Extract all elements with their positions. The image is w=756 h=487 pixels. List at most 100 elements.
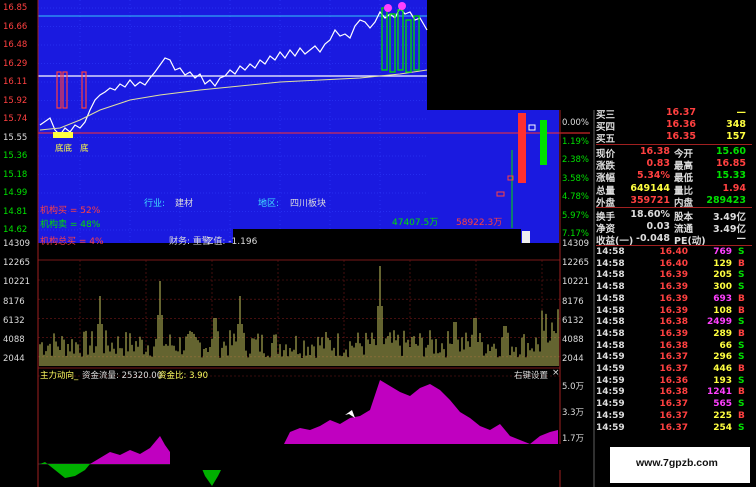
tick-volume: 254 <box>713 422 732 433</box>
stat-value: 289423 <box>706 194 746 206</box>
region-label: 地区: <box>258 199 280 209</box>
volume-axis-tick: 10221 <box>562 277 590 288</box>
price-axis-tick: 16.48 <box>3 40 28 50</box>
stat-value: 649144 <box>630 182 670 194</box>
inst-total-buy: 机构总买 = 4% <box>40 237 104 247</box>
fund-axis-tick: 5.0万 <box>562 382 585 392</box>
tick-price: 16.38 <box>659 317 688 328</box>
volume-axis-tick: 8176 <box>562 296 584 307</box>
price-axis-tick: 15.74 <box>3 114 28 124</box>
stat-value: 1.94 <box>722 182 746 194</box>
tick-time: 14:59 <box>596 364 625 374</box>
stat-row: 净资 0.03 流通 3.49亿 <box>596 221 752 235</box>
stat-row: 换手 18.60% 股本 3.49亿 <box>596 209 752 223</box>
bid-price: 16.37 <box>665 107 696 118</box>
tick-time: 14:58 <box>596 340 625 351</box>
tick-volume: 300 <box>713 282 732 293</box>
tick-price: 16.39 <box>659 328 688 339</box>
occluding-panel <box>427 0 596 110</box>
volume-axis-tick: 10221 <box>3 277 31 288</box>
bottom-occlusion <box>170 444 577 470</box>
tick-price: 16.38 <box>659 340 688 351</box>
bid-price: 16.35 <box>665 131 696 143</box>
price-axis-tick: 16.66 <box>3 21 28 32</box>
tick-side: S <box>738 282 745 293</box>
price-axis-tick: 14.99 <box>3 188 28 198</box>
stat-value: — <box>736 233 747 245</box>
stat-value: -0.048 <box>636 233 670 245</box>
tick-price: 16.36 <box>659 375 688 386</box>
tick-time: 14:58 <box>596 305 625 316</box>
tick-side: S <box>738 375 745 386</box>
bid-volume: — <box>736 107 747 118</box>
candle <box>540 120 547 165</box>
bid-volume: 157 <box>726 131 746 143</box>
tick-volume: 108 <box>713 305 732 316</box>
tick-side: S <box>738 247 745 257</box>
tick-price: 16.38 <box>659 387 688 398</box>
pct-axis-tick: 0.00% <box>562 118 590 128</box>
stat-row: 现价 16.38 今开 15.60 <box>596 146 752 160</box>
tick-volume: 129 <box>713 258 732 269</box>
tick-price: 16.37 <box>659 410 688 421</box>
tick-row: 14:59 16.37 565 S <box>596 399 754 411</box>
region-value: 四川板块 <box>290 199 327 209</box>
price-axis-tick: 15.92 <box>3 95 28 106</box>
volume-axis-tick: 14309 <box>3 239 31 249</box>
tick-price: 16.37 <box>659 364 688 374</box>
tick-volume: 66 <box>719 340 732 351</box>
tick-time: 14:59 <box>596 422 625 433</box>
tick-row: 14:58 16.38 2499 S <box>596 317 754 329</box>
close-icon[interactable]: × <box>552 368 560 378</box>
price-axis-tick: 15.55 <box>3 132 28 143</box>
tick-volume: 693 <box>713 293 732 304</box>
stat-value: 5.34% <box>637 170 670 182</box>
tick-side: B <box>738 293 745 304</box>
tick-price: 16.37 <box>659 352 688 363</box>
volume-axis-tick: 14309 <box>562 239 590 249</box>
tick-time: 14:58 <box>596 270 625 281</box>
tick-side: S <box>738 352 745 363</box>
fund-axis-tick: 1.7万 <box>562 434 585 444</box>
buy-signal-label-2: 底 <box>80 144 89 154</box>
bid-row: 买四 16.36 348 <box>596 119 752 133</box>
stat-value: 15.33 <box>715 170 746 182</box>
pct-axis-tick: 7.17% <box>562 229 590 239</box>
right-click-settings[interactable]: 右键设置 <box>514 369 548 381</box>
volume-axis-tick: 6132 <box>562 315 584 326</box>
stat-value: 15.60 <box>715 146 746 157</box>
stat-value: 16.85 <box>715 158 746 170</box>
stat-row: 涨幅 5.34% 最低 15.33 <box>596 170 752 184</box>
tick-volume: 565 <box>713 399 732 410</box>
fund-ratio-value: 资金比: 3.90 <box>158 371 208 381</box>
buy-signal-marker <box>53 132 73 138</box>
tick-time: 14:58 <box>596 258 625 269</box>
tick-time: 14:59 <box>596 387 625 398</box>
tick-price: 16.39 <box>659 305 688 316</box>
volume-axis-tick: 8176 <box>3 296 25 307</box>
tick-side: S <box>738 340 745 351</box>
price-axis-tick: 14.62 <box>3 225 28 235</box>
tick-side: S <box>738 422 745 433</box>
tick-time: 14:59 <box>596 352 625 363</box>
stat-value: 359721 <box>630 194 670 206</box>
volume-axis-tick: 2044 <box>3 354 25 365</box>
tick-price: 16.37 <box>659 422 688 433</box>
tick-volume: 225 <box>713 410 732 421</box>
stat-value: 0.03 <box>646 221 670 233</box>
mouse-cursor <box>345 410 355 418</box>
volume-axis-tick: 12265 <box>3 258 31 269</box>
industry-value: 建材 <box>175 199 194 209</box>
indicator-title[interactable]: 主力动向_ <box>40 369 78 381</box>
scroll-marker[interactable] <box>522 231 530 243</box>
stat-value: 18.60% <box>630 209 670 220</box>
tick-row: 14:59 16.37 254 S <box>596 423 754 435</box>
pct-axis-tick: 3.58% <box>562 173 590 184</box>
tick-side: B <box>738 387 745 398</box>
tick-row: 14:58 16.40 769 S <box>596 247 754 259</box>
tick-row: 14:58 16.39 108 B <box>596 306 754 318</box>
tick-side: B <box>738 410 745 421</box>
tick-volume: 769 <box>713 247 732 257</box>
watermark-text: www.7gpzb.com <box>636 457 718 469</box>
buy-signal-label: 底底 <box>55 144 73 154</box>
